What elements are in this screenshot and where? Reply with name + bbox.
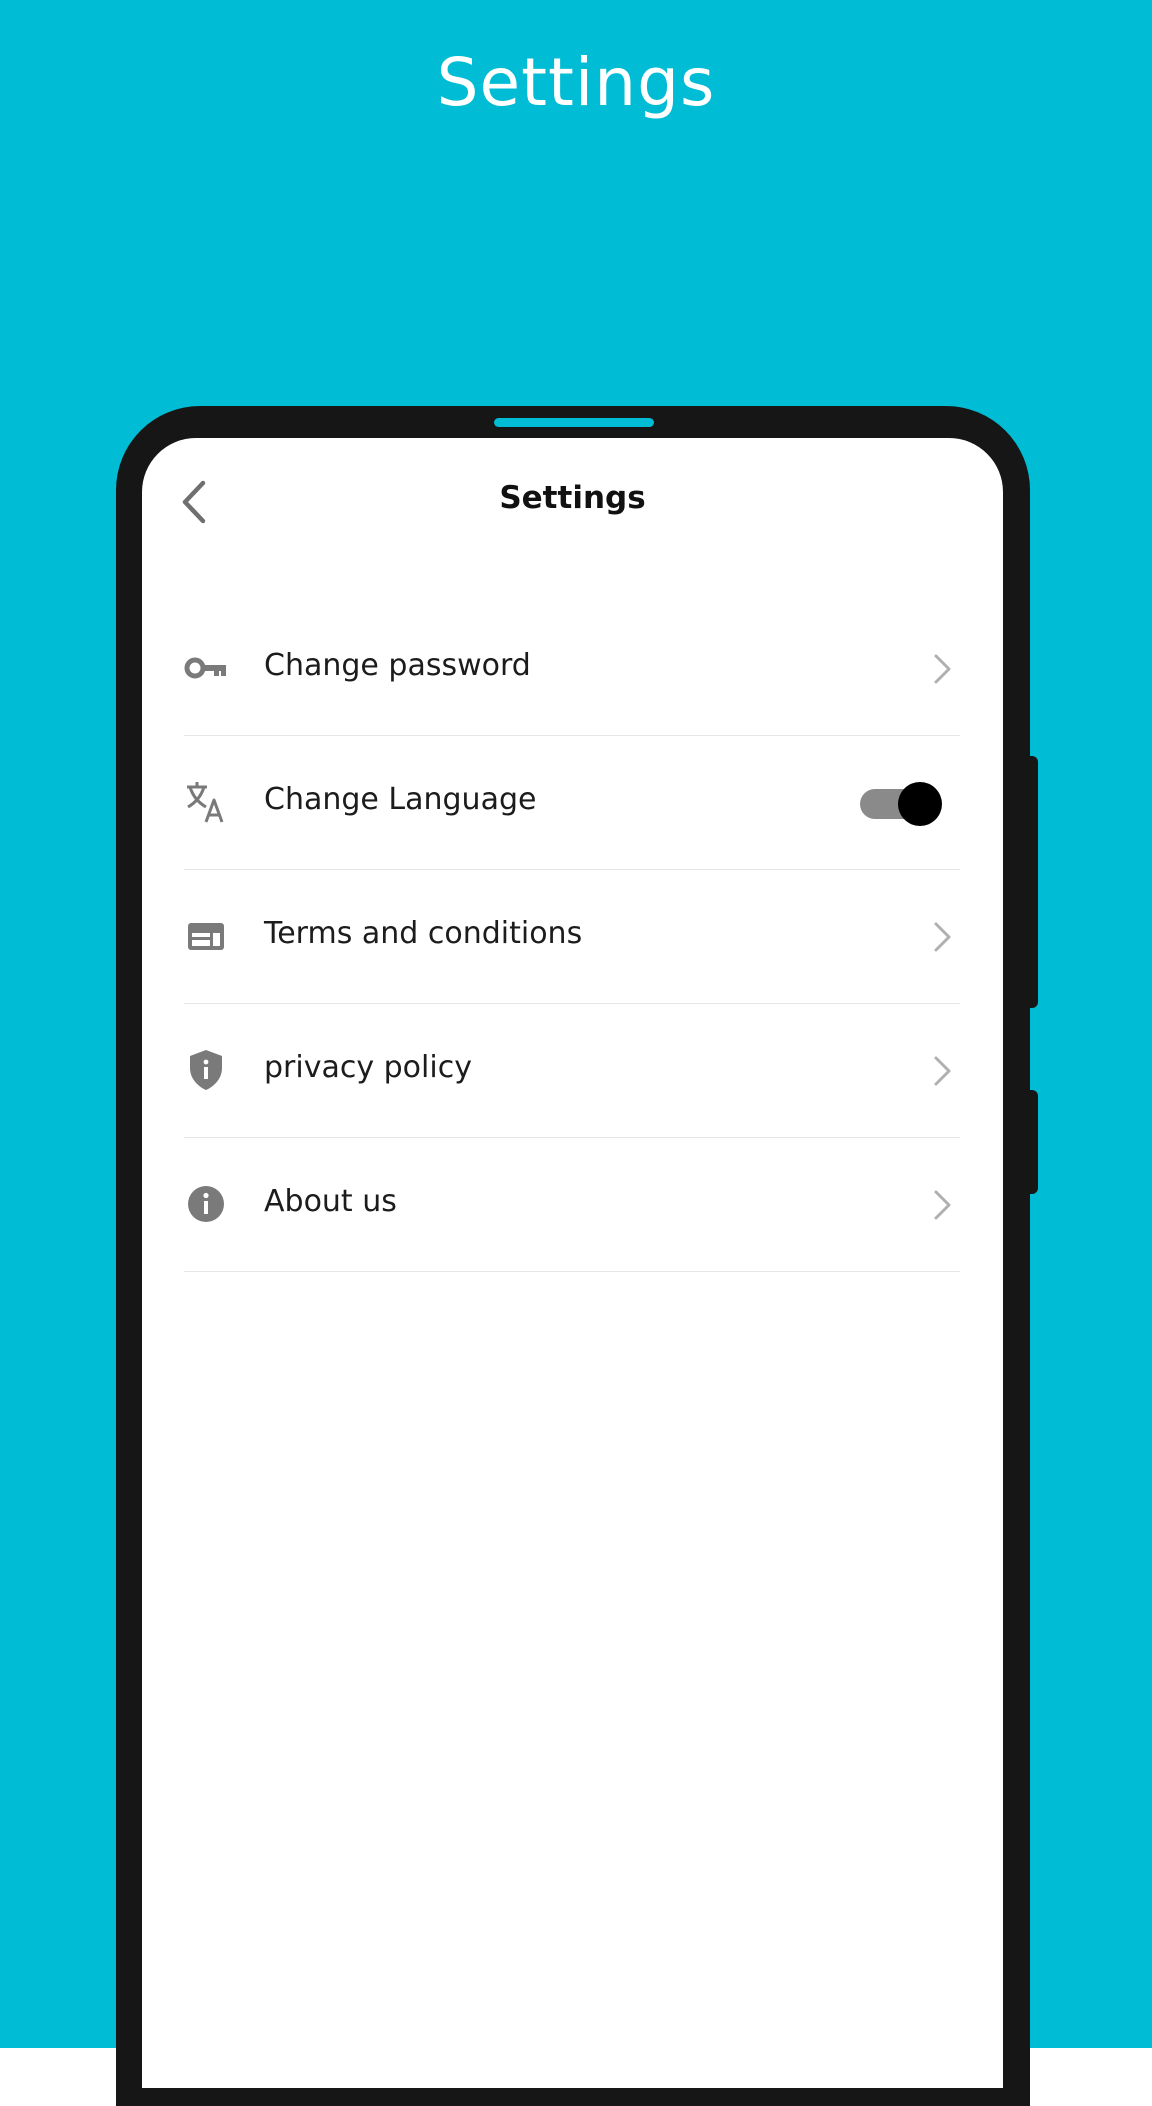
phone-speaker [494, 418, 654, 427]
settings-item-about-us[interactable]: About us [184, 1138, 960, 1272]
key-icon [184, 646, 228, 690]
language-toggle[interactable] [860, 782, 942, 826]
chevron-right-icon [930, 1188, 954, 1222]
settings-item-label: Change Language [264, 782, 537, 817]
phone-side-button-power [1026, 1090, 1038, 1194]
settings-item-privacy-policy[interactable]: privacy policy [184, 1004, 960, 1138]
phone-screen: Settings Change password Change Language… [142, 438, 1003, 2088]
page-title: Settings [499, 480, 646, 516]
chevron-right-icon [930, 1054, 954, 1088]
settings-item-change-password[interactable]: Change password [184, 602, 960, 736]
settings-item-label: privacy policy [264, 1050, 472, 1085]
settings-item-change-language[interactable]: Change Language [184, 736, 960, 870]
chevron-right-icon [930, 652, 954, 686]
settings-item-terms-and-conditions[interactable]: Terms and conditions [184, 870, 960, 1004]
phone-side-button-volume [1026, 756, 1038, 1008]
settings-item-label: About us [264, 1184, 397, 1219]
settings-item-label: Change password [264, 648, 531, 683]
settings-item-label: Terms and conditions [264, 916, 583, 951]
chevron-right-icon [930, 920, 954, 954]
settings-list: Change password Change Language Terms an… [184, 602, 960, 1272]
promo-title: Settings [436, 44, 716, 121]
info-icon [184, 1182, 228, 1226]
app-header: Settings [142, 438, 1003, 566]
shield-info-icon [184, 1048, 228, 1092]
web-layout-icon [184, 914, 228, 958]
translate-icon [184, 780, 228, 824]
toggle-thumb [898, 782, 942, 826]
